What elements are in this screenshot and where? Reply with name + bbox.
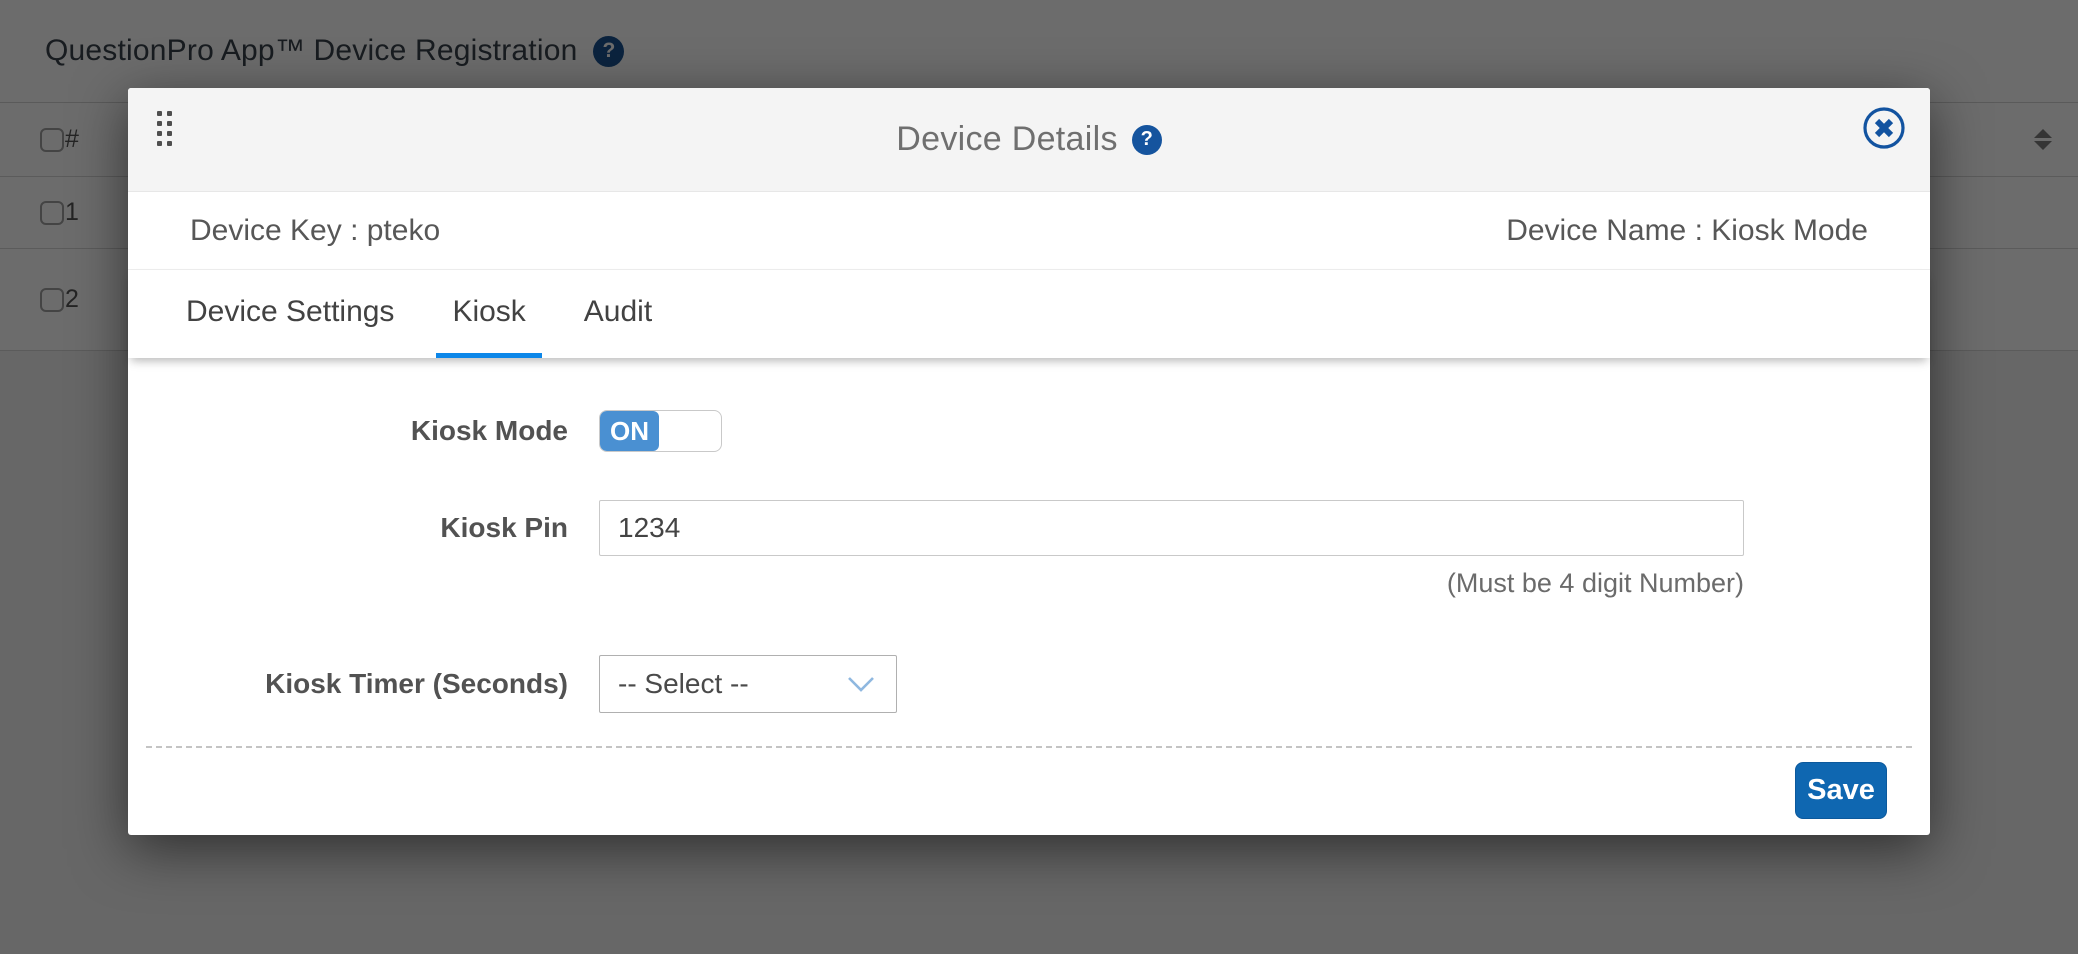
tab-audit[interactable]: Audit bbox=[568, 270, 668, 358]
kiosk-timer-label: Kiosk Timer (Seconds) bbox=[128, 668, 599, 700]
tab-kiosk[interactable]: Kiosk bbox=[436, 270, 541, 358]
modal-title: Device Details bbox=[896, 120, 1118, 159]
modal-help-icon[interactable]: ? bbox=[1132, 125, 1162, 155]
device-key-text: Device Key : pteko bbox=[190, 214, 440, 248]
modal-body: Kiosk Mode ON Kiosk Pin (Must be 4 digit… bbox=[128, 358, 1930, 835]
kiosk-pin-input[interactable] bbox=[599, 500, 1744, 556]
kiosk-pin-row: Kiosk Pin (Must be 4 digit Number) bbox=[128, 500, 1930, 599]
kiosk-pin-hint: (Must be 4 digit Number) bbox=[599, 568, 1744, 599]
modal-tab-bar: Device Settings Kiosk Audit bbox=[128, 270, 1930, 358]
chevron-down-icon bbox=[846, 675, 876, 693]
kiosk-timer-row: Kiosk Timer (Seconds) -- Select -- bbox=[128, 655, 1930, 713]
kiosk-mode-toggle[interactable]: ON bbox=[599, 410, 722, 452]
kiosk-mode-row: Kiosk Mode ON bbox=[128, 410, 1930, 452]
save-button[interactable]: Save bbox=[1795, 762, 1887, 819]
close-icon[interactable] bbox=[1862, 106, 1906, 150]
select-value: -- Select -- bbox=[618, 668, 749, 700]
device-meta-row: Device Key : pteko Device Name : Kiosk M… bbox=[128, 192, 1930, 270]
tab-device-settings[interactable]: Device Settings bbox=[170, 270, 410, 358]
kiosk-timer-select[interactable]: -- Select -- bbox=[599, 655, 897, 713]
kiosk-pin-label: Kiosk Pin bbox=[128, 500, 599, 544]
device-name-text: Device Name : Kiosk Mode bbox=[1506, 214, 1868, 248]
toggle-on-label: ON bbox=[600, 411, 659, 451]
device-details-modal: Device Details ? Device Key : pteko Devi… bbox=[128, 88, 1930, 835]
kiosk-mode-label: Kiosk Mode bbox=[128, 415, 599, 447]
modal-header: Device Details ? bbox=[128, 88, 1930, 192]
drag-handle-icon[interactable] bbox=[157, 111, 172, 146]
modal-footer: Save bbox=[128, 748, 1930, 819]
